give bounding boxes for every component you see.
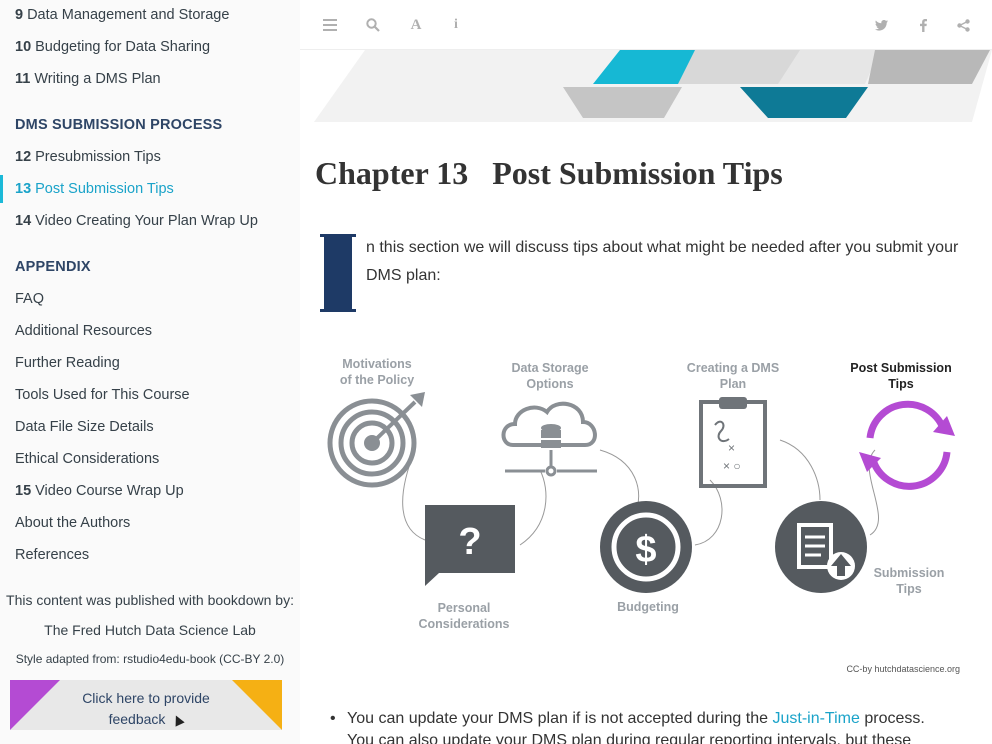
label-personal-2: Considerations — [419, 617, 510, 631]
cycle-arrows-icon — [859, 400, 955, 490]
sidebar-item-additional-resources[interactable]: Additional Resources — [15, 323, 152, 339]
font-icon[interactable]: A — [405, 14, 427, 36]
sidebar-item-writing-plan[interactable]: 11 Writing a DMS Plan — [15, 71, 161, 87]
feedback-button[interactable]: Click here to provide feedback — [10, 680, 282, 730]
sidebar-item-file-size[interactable]: Data File Size Details — [15, 419, 154, 435]
menu-icon[interactable] — [319, 14, 341, 36]
chapter-banner — [300, 50, 992, 125]
style-credit: Style adapted from: rstudio4edu-book (CC… — [15, 652, 285, 666]
svg-text:×: × — [728, 441, 735, 455]
published-by-text: This content was published with bookdown… — [6, 592, 294, 608]
sidebar-item-references[interactable]: References — [15, 547, 89, 563]
bullet-text-end: process. — [859, 710, 925, 727]
chapter-title: Chapter 13 Post Submission Tips — [315, 155, 783, 192]
course-roadmap-figure: Motivations of the Policy Data Storage O… — [315, 340, 975, 685]
bullet-text: You can update your DMS plan if is not a… — [347, 710, 773, 727]
sidebar-item-video-wrap-up[interactable]: 14 Video Creating Your Plan Wrap Up — [15, 213, 258, 229]
label-storage-1: Data Storage — [511, 361, 588, 375]
sidebar-item-post-submission[interactable]: 13 Post Submission Tips — [15, 181, 174, 197]
bullet-list: • You can update your DMS plan if is not… — [330, 708, 987, 744]
twitter-icon[interactable] — [870, 14, 892, 36]
sidebar-appendix-header: APPENDIX — [15, 259, 91, 275]
label-post-1: Post Submission — [850, 361, 951, 375]
sidebar-item-data-management[interactable]: 9 Data Management and Storage — [15, 7, 229, 23]
sidebar-item-presubmission[interactable]: 12 Presubmission Tips — [15, 149, 161, 165]
label-submission-1: Submission — [874, 566, 945, 580]
bullet-text: You can also update your DMS plan during… — [347, 732, 912, 744]
dollar-coin-icon: $ — [600, 501, 692, 593]
label-submission-2: Tips — [896, 582, 922, 596]
label-creating-2: Plan — [720, 377, 746, 391]
bullet-dot: • — [330, 710, 336, 727]
document-upload-icon — [775, 501, 867, 593]
target-icon — [327, 392, 425, 488]
label-creating-1: Creating a DMS — [687, 361, 779, 375]
chapter-name: Post Submission Tips — [492, 155, 783, 191]
sidebar-item-course-wrap-up[interactable]: 15 Video Course Wrap Up — [15, 483, 184, 499]
label-storage-2: Options — [526, 377, 573, 391]
share-icon[interactable] — [952, 14, 974, 36]
feedback-label: Click here to provide feedback — [82, 690, 210, 727]
sidebar-item-about-authors[interactable]: About the Authors — [15, 515, 130, 531]
list-item: You can also update your DMS plan during… — [347, 730, 987, 744]
facebook-icon[interactable] — [912, 14, 934, 36]
intro-paragraph: n this section we will discuss tips abou… — [366, 239, 959, 284]
lab-link[interactable]: The Fred Hutch Data Science Lab — [0, 622, 300, 638]
search-icon[interactable] — [362, 14, 384, 36]
feedback-purple-corner — [10, 680, 60, 730]
just-in-time-link[interactable]: Just-in-Time — [772, 710, 859, 727]
pointer-cursor-icon — [171, 713, 186, 727]
svg-text:?: ? — [458, 521, 481, 563]
label-personal-1: Personal — [438, 601, 491, 615]
drop-cap: I — [320, 234, 356, 312]
label-motivations-2: of the Policy — [340, 373, 414, 387]
clipboard-icon: × × ○ — [699, 397, 767, 488]
label-post-2: Tips — [888, 377, 914, 391]
active-indicator — [0, 175, 3, 203]
sidebar-item-tools-used[interactable]: Tools Used for This Course — [15, 387, 190, 403]
label-motivations-1: Motivations — [342, 357, 411, 371]
info-icon[interactable]: i — [445, 14, 467, 36]
sidebar-item-ethical[interactable]: Ethical Considerations — [15, 451, 159, 467]
sidebar: 9 Data Management and Storage 10 Budgeting… — [0, 0, 300, 744]
cloud-database-icon — [501, 401, 597, 477]
question-bubble-icon: ? — [425, 505, 515, 586]
label-budgeting: Budgeting — [617, 600, 679, 614]
sidebar-item-faq[interactable]: FAQ — [15, 291, 44, 307]
svg-text:× ○: × ○ — [723, 459, 741, 473]
svg-text:$: $ — [635, 529, 656, 571]
feedback-orange-corner — [232, 680, 282, 730]
sidebar-item-budgeting[interactable]: 10 Budgeting for Data Sharing — [15, 39, 210, 55]
figure-credit: CC-by hutchdatascience.org — [846, 664, 960, 674]
sidebar-section-header: DMS SUBMISSION PROCESS — [15, 117, 223, 133]
sidebar-item-further-reading[interactable]: Further Reading — [15, 355, 120, 371]
chapter-number: Chapter 13 — [315, 155, 469, 191]
list-item: • You can update your DMS plan if is not… — [330, 708, 987, 730]
top-toolbar: A i — [300, 0, 992, 50]
